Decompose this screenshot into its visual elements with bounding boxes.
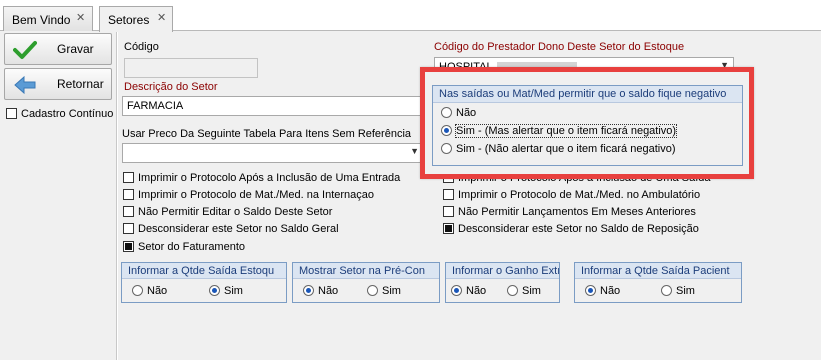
radio-dot[interactable] — [585, 285, 596, 296]
provider-label: Código do Prestador Dono Deste Setor do … — [434, 41, 685, 53]
radio-label: Não — [456, 107, 477, 119]
check-icon — [13, 41, 37, 59]
radio-label: Sim - (Não alertar que o item ficará neg… — [456, 143, 676, 155]
checkbox-label: Não Permitir Lançamentos Em Meses Anteri… — [458, 206, 696, 218]
price-table-select[interactable]: ▼ — [122, 143, 424, 163]
radio-dot[interactable] — [507, 285, 518, 296]
group-title: Nas saídas ou Mat/Med permitir que o sal… — [433, 86, 742, 103]
checkbox-label: Desconsiderar este Setor no Saldo Geral — [138, 223, 339, 235]
checkbox-label: Imprimir o Protocolo de Mat./Med. na Int… — [138, 189, 374, 201]
save-button[interactable]: Gravar — [4, 33, 112, 65]
radio-label: Sim — [522, 285, 541, 297]
radio-label: Sim - (Mas alertar que o item ficará neg… — [454, 124, 678, 138]
radio-label: Não — [600, 285, 621, 297]
checkbox-label: Imprimir o Protocolo Após a Inclusão de … — [138, 172, 401, 184]
radio-no[interactable]: Não — [303, 285, 338, 297]
radio-dot[interactable] — [441, 143, 452, 154]
code-field[interactable] — [124, 58, 258, 78]
radio-label: Não — [318, 285, 339, 297]
group-title: Informar a Qtde Saída Estoqu — [122, 263, 286, 279]
group-title: Informar o Ganho Extı — [446, 263, 559, 279]
back-button[interactable]: Retornar — [4, 68, 112, 100]
radio-dot[interactable] — [441, 125, 452, 136]
radio-dot[interactable] — [303, 285, 314, 296]
checkbox-ignore-general-balance[interactable]: Desconsiderar este Setor no Saldo Geral — [123, 223, 339, 237]
radio-negative-no[interactable]: Não — [441, 107, 476, 119]
group-extra-gain: Informar o Ganho Extı Não Sim — [445, 262, 560, 303]
checkbox-box[interactable] — [123, 172, 134, 183]
arrow-left-icon — [14, 75, 36, 95]
checkbox-box[interactable] — [123, 206, 134, 217]
tab-label: Bem Vindo — [12, 13, 71, 27]
left-toolbar: Gravar Retornar Cadastro Contínuo — [0, 31, 117, 360]
group-title: Mostrar Setor na Pré-Con — [293, 263, 439, 279]
checkbox-label: Desconsiderar este Setor no Saldo de Rep… — [458, 223, 699, 235]
group-qty-stock-exit: Informar a Qtde Saída Estoqu Não Sim — [121, 262, 287, 303]
checkbox-print-ambulatory-protocol[interactable]: Imprimir o Protocolo de Mat./Med. no Amb… — [443, 189, 700, 203]
group-title: Informar a Qtde Saída Pacient — [575, 263, 741, 279]
checkbox-label: Não Permitir Editar o Saldo Deste Setor — [138, 206, 333, 218]
back-button-label: Retornar — [57, 77, 104, 91]
tab-setores[interactable]: Setores ✕ — [99, 6, 173, 32]
radio-negative-yes-alert[interactable]: Sim - (Mas alertar que o item ficará neg… — [441, 124, 678, 138]
checkbox-print-internment-protocol[interactable]: Imprimir o Protocolo de Mat./Med. na Int… — [123, 189, 374, 203]
description-label: Descrição do Setor — [124, 81, 218, 93]
radio-yes[interactable]: Sim — [367, 285, 401, 297]
radio-dot[interactable] — [209, 285, 220, 296]
close-icon[interactable]: ✕ — [76, 11, 85, 24]
price-table-label: Usar Preco Da Seguinte Tabela Para Itens… — [122, 128, 412, 140]
radio-no[interactable]: Não — [132, 285, 167, 297]
radio-dot[interactable] — [661, 285, 672, 296]
checkbox-ignore-replenishment-balance[interactable]: Desconsiderar este Setor no Saldo de Rep… — [443, 223, 699, 237]
checkbox-box[interactable] — [6, 108, 17, 119]
radio-yes[interactable]: Sim — [209, 285, 243, 297]
checkbox-box[interactable] — [123, 223, 134, 234]
radio-label: Não — [466, 285, 487, 297]
radio-dot[interactable] — [132, 285, 143, 296]
radio-no[interactable]: Não — [585, 285, 620, 297]
close-icon[interactable]: ✕ — [157, 11, 166, 24]
continuous-checkbox[interactable]: Cadastro Contínuo — [6, 108, 113, 122]
radio-yes[interactable]: Sim — [661, 285, 695, 297]
negative-balance-highlight: Nas saídas ou Mat/Med permitir que o sal… — [420, 67, 754, 179]
description-field[interactable]: FARMACIA — [122, 96, 422, 116]
group-show-sector-precon: Mostrar Setor na Pré-Con Não Sim — [292, 262, 440, 303]
code-label: Código — [124, 41, 159, 53]
checkbox-no-past-months[interactable]: Não Permitir Lançamentos Em Meses Anteri… — [443, 206, 696, 220]
radio-negative-yes-no-alert[interactable]: Sim - (Não alertar que o item ficará neg… — [441, 143, 675, 155]
checkbox-label: Imprimir o Protocolo de Mat./Med. no Amb… — [458, 189, 701, 201]
checkbox-box[interactable] — [443, 223, 454, 234]
checkbox-print-entry-protocol[interactable]: Imprimir o Protocolo Após a Inclusão de … — [123, 172, 400, 186]
checkbox-box[interactable] — [443, 189, 454, 200]
checkbox-billing-sector[interactable]: Setor do Faturamento — [123, 241, 245, 255]
radio-label: Sim — [676, 285, 695, 297]
continuous-label: Cadastro Contínuo — [21, 108, 114, 120]
tab-bem-vindo[interactable]: Bem Vindo ✕ — [3, 6, 93, 31]
radio-dot[interactable] — [451, 285, 462, 296]
checkbox-box[interactable] — [443, 206, 454, 217]
checkbox-no-edit-balance[interactable]: Não Permitir Editar o Saldo Deste Setor — [123, 206, 332, 220]
checkbox-label: Setor do Faturamento — [138, 241, 246, 253]
radio-label: Sim — [224, 285, 243, 297]
radio-no[interactable]: Não — [451, 285, 486, 297]
radio-yes[interactable]: Sim — [507, 285, 541, 297]
negative-balance-group: Nas saídas ou Mat/Med permitir que o sal… — [432, 85, 743, 166]
checkbox-box[interactable] — [123, 241, 134, 252]
radio-dot[interactable] — [367, 285, 378, 296]
radio-dot[interactable] — [441, 107, 452, 118]
checkbox-box[interactable] — [123, 189, 134, 200]
chevron-down-icon[interactable]: ▼ — [410, 146, 419, 156]
group-qty-patient-exit: Informar a Qtde Saída Pacient Não Sim — [574, 262, 742, 303]
radio-label: Não — [147, 285, 168, 297]
save-button-label: Gravar — [57, 42, 94, 56]
tab-bar: Bem Vindo ✕ Setores ✕ — [0, 0, 821, 32]
radio-label: Sim — [382, 285, 401, 297]
tab-label: Setores — [108, 13, 150, 27]
